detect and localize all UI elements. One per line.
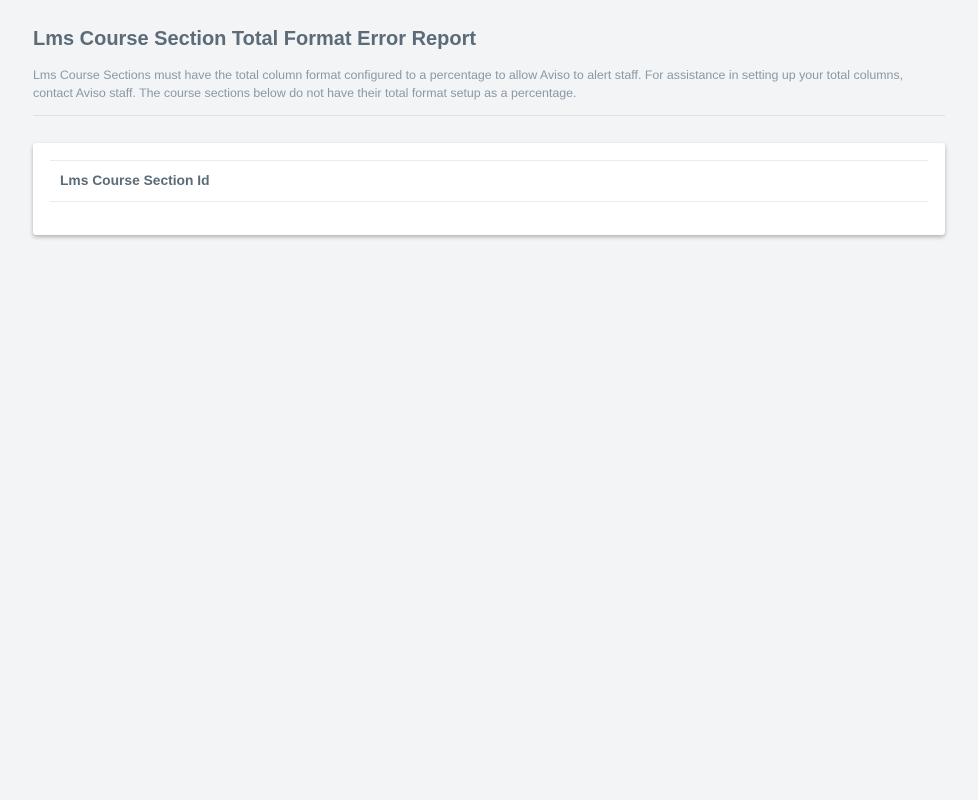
page-title: Lms Course Section Total Format Error Re… [33, 28, 477, 50]
table-header: Lms Course Section Id [50, 160, 928, 202]
page-header: Lms Course Section Total Format Error Re… [33, 26, 945, 116]
report-page: Lms Course Section Total Format Error Re… [0, 0, 978, 800]
page-description: Lms Course Sections must have the total … [33, 68, 904, 100]
column-header-lms-course-section-id: Lms Course Section Id [50, 160, 928, 202]
table-header-row: Lms Course Section Id [50, 160, 928, 202]
report-table: Lms Course Section Id [50, 160, 928, 202]
report-card: Lms Course Section Id [33, 143, 945, 235]
